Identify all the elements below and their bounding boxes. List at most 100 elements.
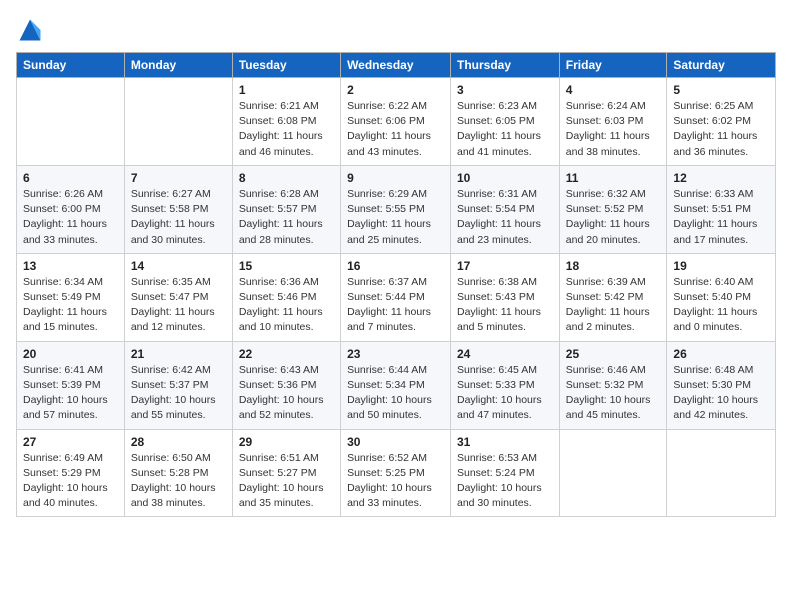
day-number: 7 bbox=[131, 171, 226, 185]
header-row: SundayMondayTuesdayWednesdayThursdayFrid… bbox=[17, 53, 776, 78]
day-number: 8 bbox=[239, 171, 334, 185]
day-number: 1 bbox=[239, 83, 334, 97]
day-cell: 25Sunrise: 6:46 AMSunset: 5:32 PMDayligh… bbox=[559, 341, 667, 429]
day-cell: 2Sunrise: 6:22 AMSunset: 6:06 PMDaylight… bbox=[341, 78, 451, 166]
day-cell bbox=[667, 429, 776, 517]
day-number: 28 bbox=[131, 435, 226, 449]
day-number: 6 bbox=[23, 171, 118, 185]
day-info: Sunrise: 6:44 AMSunset: 5:34 PMDaylight:… bbox=[347, 363, 444, 424]
week-row-5: 27Sunrise: 6:49 AMSunset: 5:29 PMDayligh… bbox=[17, 429, 776, 517]
day-info: Sunrise: 6:36 AMSunset: 5:46 PMDaylight:… bbox=[239, 275, 334, 336]
day-info: Sunrise: 6:21 AMSunset: 6:08 PMDaylight:… bbox=[239, 99, 334, 160]
day-info: Sunrise: 6:49 AMSunset: 5:29 PMDaylight:… bbox=[23, 451, 118, 512]
day-cell: 7 Sunrise: 6:27 AMSunset: 5:58 PMDaylight… bbox=[124, 165, 232, 253]
day-cell: 31 Sunrise: 6:53 AMSunset: 5:24 PMDayligh… bbox=[451, 429, 560, 517]
day-cell: 13 Sunrise: 6:34 AMSunset: 5:49 PMDayligh… bbox=[17, 253, 125, 341]
day-info: Sunrise: 6:35 AMSunset: 5:47 PMDaylight:… bbox=[131, 275, 226, 336]
day-info: Sunrise: 6:52 AMSunset: 5:25 PMDaylight:… bbox=[347, 451, 444, 512]
day-cell bbox=[17, 78, 125, 166]
day-info: Sunrise: 6:31 AMSunset: 5:54 PMDaylight:… bbox=[457, 187, 553, 248]
day-info: Sunrise: 6:39 AMSunset: 5:42 PMDaylight:… bbox=[566, 275, 661, 336]
day-info: Sunrise: 6:43 AMSunset: 5:36 PMDaylight:… bbox=[239, 363, 334, 424]
day-info: Sunrise: 6:50 AMSunset: 5:28 PMDaylight:… bbox=[131, 451, 226, 512]
day-number: 19 bbox=[673, 259, 769, 273]
day-info: Sunrise: 6:37 AMSunset: 5:44 PMDaylight:… bbox=[347, 275, 444, 336]
day-number: 10 bbox=[457, 171, 553, 185]
day-cell: 15 Sunrise: 6:36 AMSunset: 5:46 PMDayligh… bbox=[232, 253, 340, 341]
day-number: 3 bbox=[457, 83, 553, 97]
day-cell: 23Sunrise: 6:44 AMSunset: 5:34 PMDayligh… bbox=[341, 341, 451, 429]
calendar-header: SundayMondayTuesdayWednesdayThursdayFrid… bbox=[17, 53, 776, 78]
day-number: 29 bbox=[239, 435, 334, 449]
day-cell: 27Sunrise: 6:49 AMSunset: 5:29 PMDayligh… bbox=[17, 429, 125, 517]
day-info: Sunrise: 6:42 AMSunset: 5:37 PMDaylight:… bbox=[131, 363, 226, 424]
day-number: 24 bbox=[457, 347, 553, 361]
day-number: 20 bbox=[23, 347, 118, 361]
day-number: 2 bbox=[347, 83, 444, 97]
day-cell: 5 Sunrise: 6:25 AMSunset: 6:02 PMDaylight… bbox=[667, 78, 776, 166]
day-number: 17 bbox=[457, 259, 553, 273]
day-info: Sunrise: 6:23 AMSunset: 6:05 PMDaylight:… bbox=[457, 99, 553, 160]
day-cell bbox=[559, 429, 667, 517]
day-cell: 4 Sunrise: 6:24 AMSunset: 6:03 PMDaylight… bbox=[559, 78, 667, 166]
day-cell: 18Sunrise: 6:39 AMSunset: 5:42 PMDayligh… bbox=[559, 253, 667, 341]
day-number: 5 bbox=[673, 83, 769, 97]
day-cell: 24Sunrise: 6:45 AMSunset: 5:33 PMDayligh… bbox=[451, 341, 560, 429]
day-cell: 1 Sunrise: 6:21 AMSunset: 6:08 PMDaylight… bbox=[232, 78, 340, 166]
day-number: 16 bbox=[347, 259, 444, 273]
day-info: Sunrise: 6:41 AMSunset: 5:39 PMDaylight:… bbox=[23, 363, 118, 424]
day-info: Sunrise: 6:27 AMSunset: 5:58 PMDaylight:… bbox=[131, 187, 226, 248]
day-cell: 8 Sunrise: 6:28 AMSunset: 5:57 PMDaylight… bbox=[232, 165, 340, 253]
day-cell: 30Sunrise: 6:52 AMSunset: 5:25 PMDayligh… bbox=[341, 429, 451, 517]
week-row-3: 13 Sunrise: 6:34 AMSunset: 5:49 PMDayligh… bbox=[17, 253, 776, 341]
day-cell: 3 Sunrise: 6:23 AMSunset: 6:05 PMDaylight… bbox=[451, 78, 560, 166]
day-info: Sunrise: 6:48 AMSunset: 5:30 PMDaylight:… bbox=[673, 363, 769, 424]
day-cell: 12 Sunrise: 6:33 AMSunset: 5:51 PMDayligh… bbox=[667, 165, 776, 253]
logo bbox=[16, 16, 48, 44]
day-number: 31 bbox=[457, 435, 553, 449]
week-row-4: 20 Sunrise: 6:41 AMSunset: 5:39 PMDayligh… bbox=[17, 341, 776, 429]
col-header-monday: Monday bbox=[124, 53, 232, 78]
day-number: 9 bbox=[347, 171, 444, 185]
col-header-wednesday: Wednesday bbox=[341, 53, 451, 78]
header bbox=[16, 10, 776, 44]
day-cell: 9 Sunrise: 6:29 AMSunset: 5:55 PMDaylight… bbox=[341, 165, 451, 253]
day-number: 26 bbox=[673, 347, 769, 361]
day-info: Sunrise: 6:24 AMSunset: 6:03 PMDaylight:… bbox=[566, 99, 661, 160]
day-info: Sunrise: 6:25 AMSunset: 6:02 PMDaylight:… bbox=[673, 99, 769, 160]
day-cell: 16 Sunrise: 6:37 AMSunset: 5:44 PMDayligh… bbox=[341, 253, 451, 341]
day-cell: 10 Sunrise: 6:31 AMSunset: 5:54 PMDayligh… bbox=[451, 165, 560, 253]
day-cell: 22 Sunrise: 6:43 AMSunset: 5:36 PMDayligh… bbox=[232, 341, 340, 429]
day-number: 22 bbox=[239, 347, 334, 361]
day-number: 15 bbox=[239, 259, 334, 273]
col-header-friday: Friday bbox=[559, 53, 667, 78]
day-cell bbox=[124, 78, 232, 166]
day-cell: 17 Sunrise: 6:38 AMSunset: 5:43 PMDayligh… bbox=[451, 253, 560, 341]
col-header-thursday: Thursday bbox=[451, 53, 560, 78]
day-cell: 20 Sunrise: 6:41 AMSunset: 5:39 PMDayligh… bbox=[17, 341, 125, 429]
week-row-2: 6Sunrise: 6:26 AMSunset: 6:00 PMDaylight… bbox=[17, 165, 776, 253]
day-cell: 19 Sunrise: 6:40 AMSunset: 5:40 PMDayligh… bbox=[667, 253, 776, 341]
day-info: Sunrise: 6:51 AMSunset: 5:27 PMDaylight:… bbox=[239, 451, 334, 512]
col-header-sunday: Sunday bbox=[17, 53, 125, 78]
day-info: Sunrise: 6:29 AMSunset: 5:55 PMDaylight:… bbox=[347, 187, 444, 248]
day-cell: 6Sunrise: 6:26 AMSunset: 6:00 PMDaylight… bbox=[17, 165, 125, 253]
day-cell: 26 Sunrise: 6:48 AMSunset: 5:30 PMDayligh… bbox=[667, 341, 776, 429]
day-info: Sunrise: 6:34 AMSunset: 5:49 PMDaylight:… bbox=[23, 275, 118, 336]
day-cell: 21 Sunrise: 6:42 AMSunset: 5:37 PMDayligh… bbox=[124, 341, 232, 429]
day-cell: 29 Sunrise: 6:51 AMSunset: 5:27 PMDayligh… bbox=[232, 429, 340, 517]
week-row-1: 1 Sunrise: 6:21 AMSunset: 6:08 PMDaylight… bbox=[17, 78, 776, 166]
day-info: Sunrise: 6:53 AMSunset: 5:24 PMDaylight:… bbox=[457, 451, 553, 512]
day-number: 12 bbox=[673, 171, 769, 185]
day-number: 13 bbox=[23, 259, 118, 273]
day-info: Sunrise: 6:40 AMSunset: 5:40 PMDaylight:… bbox=[673, 275, 769, 336]
day-cell: 28 Sunrise: 6:50 AMSunset: 5:28 PMDayligh… bbox=[124, 429, 232, 517]
day-info: Sunrise: 6:38 AMSunset: 5:43 PMDaylight:… bbox=[457, 275, 553, 336]
day-number: 14 bbox=[131, 259, 226, 273]
day-info: Sunrise: 6:33 AMSunset: 5:51 PMDaylight:… bbox=[673, 187, 769, 248]
day-number: 21 bbox=[131, 347, 226, 361]
col-header-tuesday: Tuesday bbox=[232, 53, 340, 78]
day-info: Sunrise: 6:32 AMSunset: 5:52 PMDaylight:… bbox=[566, 187, 661, 248]
day-number: 4 bbox=[566, 83, 661, 97]
day-info: Sunrise: 6:28 AMSunset: 5:57 PMDaylight:… bbox=[239, 187, 334, 248]
